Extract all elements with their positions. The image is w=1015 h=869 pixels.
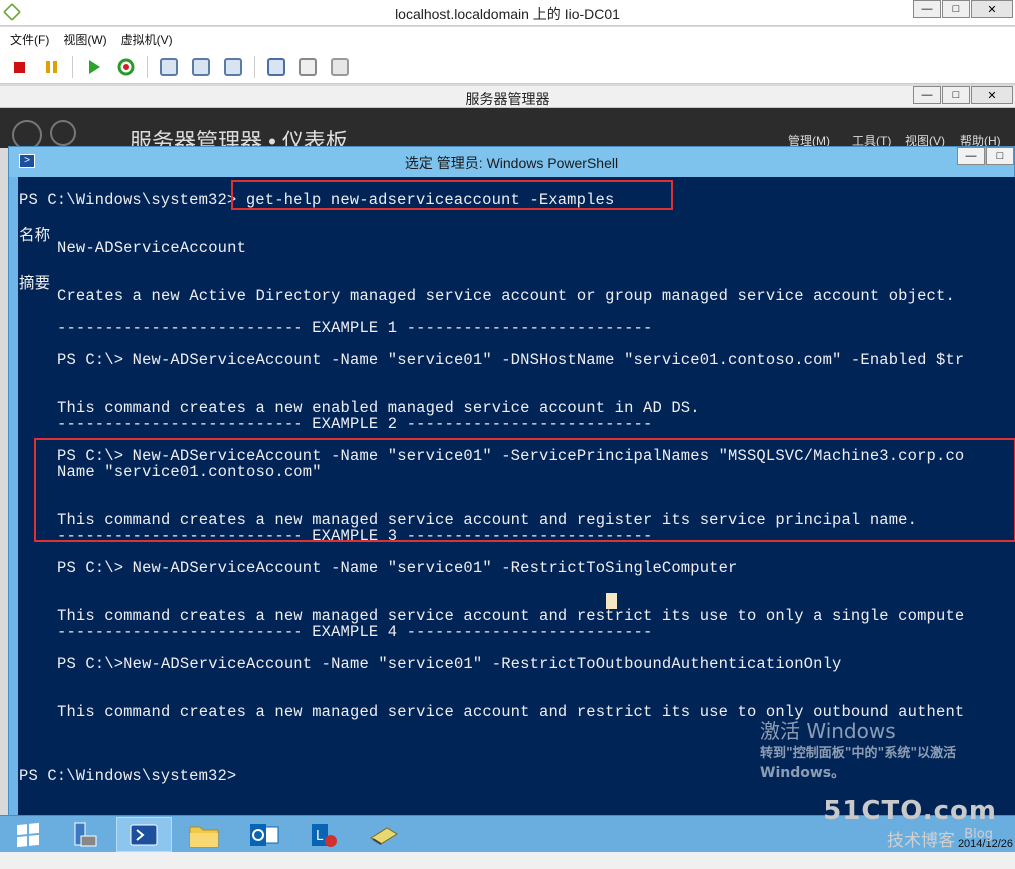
back-icon[interactable] — [12, 120, 42, 148]
vmware-titlebar: localhost.localdomain 上的 Iio-DC01 — □ ✕ — [0, 0, 1015, 26]
taskbar-notepad[interactable] — [356, 817, 412, 852]
highlight-box-example-2 — [34, 438, 1015, 542]
notepad-icon — [370, 826, 398, 845]
console-synopsis: Creates a new Active Directory managed s… — [57, 287, 955, 305]
svg-text:L: L — [316, 829, 324, 844]
minimize-button[interactable]: — — [957, 147, 985, 165]
powershell-title: 选定 管理员: Windows PowerShell — [404, 155, 619, 171]
highlight-box-command — [231, 180, 673, 210]
manage-snapshot-icon[interactable] — [222, 56, 244, 78]
lync-icon: L — [312, 823, 337, 847]
pause-icon[interactable] — [40, 56, 62, 78]
console-example-command: PS C:\>New-ADServiceAccount -Name "servi… — [57, 655, 842, 673]
console-cmdlet-name: New-ADServiceAccount — [57, 239, 247, 257]
console-output[interactable]: PS C:\Windows\system32> get-help new-ads… — [18, 177, 1015, 815]
text-cursor — [606, 593, 617, 609]
outlook-icon — [250, 823, 279, 846]
taskbar-lync[interactable]: L — [296, 817, 352, 852]
toolbar-divider — [147, 56, 148, 78]
play-icon[interactable] — [83, 56, 105, 78]
tools-icon[interactable] — [329, 56, 351, 78]
toolbar-divider — [254, 56, 255, 78]
activation-text: 转到"控制面板"中的"系统"以激活 — [760, 746, 957, 761]
server-manager-icon — [74, 822, 97, 846]
console-heading-synopsis: 摘要 — [19, 275, 51, 293]
activation-title: 激活 Windows — [760, 719, 896, 743]
minimize-button[interactable]: — — [913, 86, 941, 104]
folder-icon — [189, 826, 219, 847]
taskbar-powershell[interactable] — [116, 817, 172, 852]
console-example-header: -------------------------- EXAMPLE 2 ---… — [57, 415, 653, 433]
powershell-titlebar: > 选定 管理员: Windows PowerShell — □ — [9, 147, 1014, 177]
revert-snapshot-icon[interactable] — [190, 56, 212, 78]
console-example-header: -------------------------- EXAMPLE 1 ---… — [57, 319, 653, 337]
brand-watermark-tag: Blog — [964, 827, 993, 842]
vmware-window-title: localhost.localdomain 上的 Iio-DC01 — [395, 6, 620, 22]
menu-view[interactable]: 视图(W) — [63, 31, 106, 48]
brand-watermark-blog: 技术博客 — [887, 831, 955, 851]
console-prompt: PS C:\Windows\system32> — [19, 767, 237, 785]
menu-vm[interactable]: 虚拟机(V) — [121, 31, 173, 48]
server-manager-titlebar: 服务器管理器 — □ ✕ — [0, 86, 1015, 108]
snapshot-icon[interactable] — [158, 56, 180, 78]
taskbar-file-explorer[interactable] — [176, 817, 232, 852]
settings-icon[interactable] — [297, 56, 319, 78]
maximize-button[interactable]: □ — [942, 86, 970, 104]
maximize-button[interactable]: □ — [942, 0, 970, 18]
start-button[interactable] — [0, 817, 56, 852]
powershell-window-controls: — □ — [956, 147, 1014, 165]
forward-icon[interactable] — [50, 120, 76, 146]
windows-logo-icon — [17, 822, 39, 847]
close-button[interactable]: ✕ — [971, 0, 1013, 18]
reset-icon[interactable] — [115, 56, 137, 78]
toolbar-divider — [72, 56, 73, 78]
console-example-command: PS C:\> New-ADServiceAccount -Name "serv… — [57, 559, 738, 577]
taskbar-outlook[interactable] — [236, 817, 292, 852]
brand-watermark: 51CTO.com — [823, 796, 997, 826]
vmware-menubar: 文件(F) 视图(W) 虚拟机(V) — [0, 27, 1015, 51]
server-manager-header: 服务器管理器 • 仪表板 管理(M) 工具(T) 视图(V) 帮助(H) — [0, 108, 1015, 148]
activation-text-windows: Windows。 — [760, 765, 846, 781]
send-keys-icon[interactable] — [265, 56, 287, 78]
stop-icon[interactable] — [8, 56, 30, 78]
breadcrumb: 服务器管理器 • 仪表板 — [130, 129, 348, 148]
powershell-icon — [130, 824, 158, 845]
console-heading-name: 名称 — [19, 227, 51, 245]
menu-file[interactable]: 文件(F) — [10, 31, 49, 48]
console-example-command: PS C:\> New-ADServiceAccount -Name "serv… — [57, 351, 965, 369]
bottom-strip — [0, 852, 1015, 869]
console-example-header: -------------------------- EXAMPLE 4 ---… — [57, 623, 653, 641]
server-manager-window-controls: — □ ✕ — [912, 86, 1013, 104]
powershell-window: > 选定 管理员: Windows PowerShell — □ PS C:\W… — [8, 146, 1015, 816]
maximize-button[interactable]: □ — [986, 147, 1014, 165]
server-manager-title: 服务器管理器 — [465, 91, 550, 107]
vmware-toolbar — [0, 51, 1015, 84]
close-button[interactable]: ✕ — [971, 86, 1013, 104]
taskbar-server-manager[interactable] — [56, 817, 112, 852]
vmware-window-controls: — □ ✕ — [912, 0, 1013, 18]
minimize-button[interactable]: — — [913, 0, 941, 18]
